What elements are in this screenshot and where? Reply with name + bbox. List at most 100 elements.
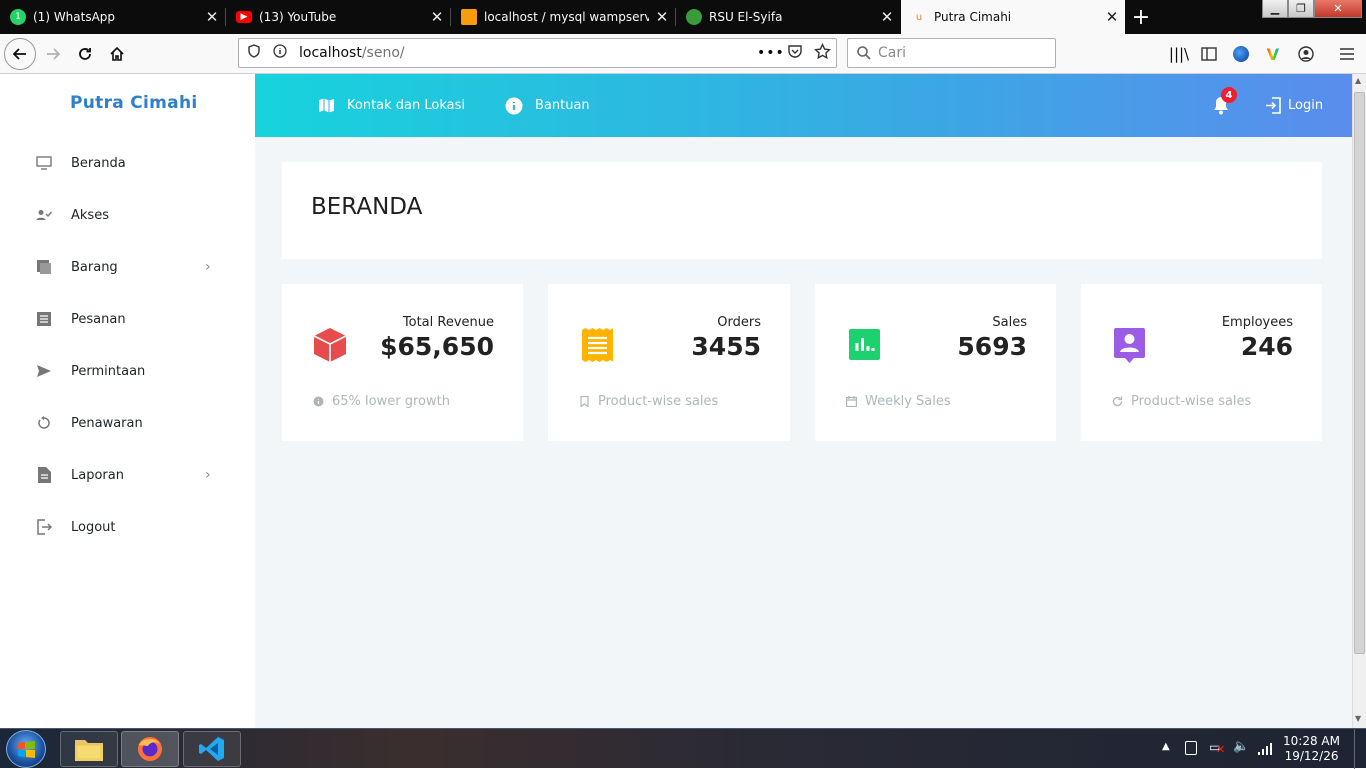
sidebar-toggle-icon[interactable] [1193,38,1225,70]
menu-hamburger-icon[interactable] [1331,38,1363,70]
site-info-icon[interactable] [273,44,289,62]
file-icon [35,466,53,484]
library-icon[interactable]: |||\ [1163,38,1195,70]
back-button[interactable] [4,38,36,70]
page-scrollbar[interactable]: ▲ ▼ [1352,74,1366,728]
extension-globe-icon[interactable] [1225,38,1257,70]
sidebar-item-pesanan[interactable]: Pesanan [0,293,255,345]
home-button[interactable] [101,38,133,70]
extension-v-icon[interactable]: V [1257,38,1289,70]
nav-bantuan[interactable]: Bantuan [505,74,590,137]
tab-title: (13) YouTube [259,10,337,24]
pocket-icon[interactable] [787,43,803,63]
refresh-icon [1112,396,1123,407]
shield-icon[interactable] [247,44,263,62]
address-bar[interactable]: localhost/seno/ ••• [238,38,837,68]
signal-icon[interactable] [1257,741,1273,760]
nav-kontak-lokasi[interactable]: Kontak dan Lokasi [318,74,465,137]
firefox-icon [138,737,162,761]
forward-arrow-icon [47,48,61,60]
tab-title: (1) WhatsApp [33,10,116,24]
monitor-icon [35,154,53,172]
taskbar-vscode[interactable] [183,731,241,767]
close-icon[interactable]: ✕ [424,8,450,26]
account-icon[interactable] [1290,38,1322,70]
sidebar-item-barang[interactable]: Barang › [0,241,255,293]
login-button[interactable]: Login [1265,74,1323,137]
list-icon [35,310,53,328]
tab-putra-cimahi[interactable]: u Putra Cimahi ✕ [901,0,1125,34]
home-icon [110,46,124,61]
close-icon[interactable]: ✕ [649,8,675,26]
stat-card-sales: Sales 5693 Weekly Sales [815,284,1056,441]
scrollbar-thumb[interactable] [1354,92,1365,654]
notification-button[interactable]: 4 [1212,74,1237,137]
show-hidden-icons[interactable]: ▲ [1162,741,1170,752]
cube-icon [313,328,347,362]
sidebar-item-logout[interactable]: Logout [0,501,255,553]
taskbar-firefox[interactable] [121,731,179,767]
sidebar-item-laporan[interactable]: Laporan › [0,449,255,501]
sidebar-item-permintaan[interactable]: Permintaan [0,345,255,397]
close-icon[interactable]: ✕ [199,8,225,26]
close-icon[interactable]: ✕ [874,8,900,26]
close-window-button[interactable]: ✕ [1314,0,1362,18]
stat-card-orders: Orders 3455 Product-wise sales [548,284,790,441]
search-bar[interactable]: Cari [847,38,1056,68]
search-icon [857,46,871,60]
taskbar-clock[interactable]: 10:28 AM 19/12/26 [1283,734,1340,764]
close-icon[interactable]: ✕ [1099,8,1125,26]
youtube-icon: ▶ [236,11,252,23]
show-desktop-button[interactable] [1354,729,1366,769]
scroll-up-arrow-icon[interactable]: ▲ [1355,76,1364,86]
forward-button[interactable] [37,38,69,70]
device-icon[interactable] [1185,741,1197,755]
reload-icon [79,48,91,60]
taskbar-file-explorer[interactable] [60,731,118,767]
volume-icon[interactable]: 🔈 [1233,739,1249,754]
sidebar-item-beranda[interactable]: Beranda [0,137,255,189]
scroll-down-arrow-icon[interactable]: ▼ [1355,714,1364,724]
sidebar: Putra Cimahi Beranda Akses Barang › Pesa… [0,74,255,728]
stat-title: Total Revenue [402,315,494,330]
page-header-card: BERANDA [282,162,1322,259]
tab-youtube[interactable]: ▶ (13) YouTube ✕ [226,0,450,34]
new-tab-button[interactable]: + [1130,2,1152,32]
whatsapp-icon: 1 [10,9,26,25]
phpmyadmin-icon [461,9,477,25]
top-navbar: Kontak dan Lokasi Bantuan 4 Login [255,74,1352,137]
stat-footer: Product-wise sales [1112,394,1251,409]
stat-title: Orders [717,315,761,330]
info-icon [505,97,523,114]
box-icon [35,258,53,276]
sidebar-item-akses[interactable]: Akses [0,189,255,241]
stat-title: Sales [992,315,1027,330]
windows-logo-icon [18,741,35,758]
brand-logo[interactable]: Putra Cimahi [70,93,197,113]
stat-value: 3455 [691,332,761,361]
sidebar-item-penawaran[interactable]: Penawaran [0,397,255,449]
page-actions-icon[interactable]: ••• [757,45,785,61]
network-error-icon[interactable]: ▭ ✕ [1209,740,1225,756]
maximize-button[interactable]: ❐ [1288,0,1314,18]
tab-phpmyadmin[interactable]: localhost / mysql wampserver | ✕ [451,0,675,34]
reload-button[interactable] [69,38,101,70]
search-placeholder: Cari [878,45,906,61]
tab-rsu-el-syifa[interactable]: RSU El-Syifa ✕ [676,0,900,34]
browser-tab-bar: 1 (1) WhatsApp ✕ ▶ (13) YouTube ✕ localh… [0,0,1366,34]
stat-footer: Product-wise sales [579,394,718,409]
stat-title: Employees [1221,315,1293,330]
folder-icon [75,740,103,761]
tab-title: Putra Cimahi [934,10,1012,24]
chevron-right-icon: › [205,259,211,275]
calendar-icon [846,396,857,407]
url-path: /seno/ [361,45,405,61]
bookmark-star-icon[interactable] [814,42,831,64]
logout-icon [35,518,53,536]
minimize-button[interactable]: ▁ [1262,0,1288,18]
tab-whatsapp[interactable]: 1 (1) WhatsApp ✕ [0,0,225,34]
stat-card-employees: Employees 246 Product-wise sales [1081,284,1322,441]
stat-value: 246 [1240,332,1293,361]
vscode-icon [199,737,224,761]
start-button[interactable] [6,730,46,768]
